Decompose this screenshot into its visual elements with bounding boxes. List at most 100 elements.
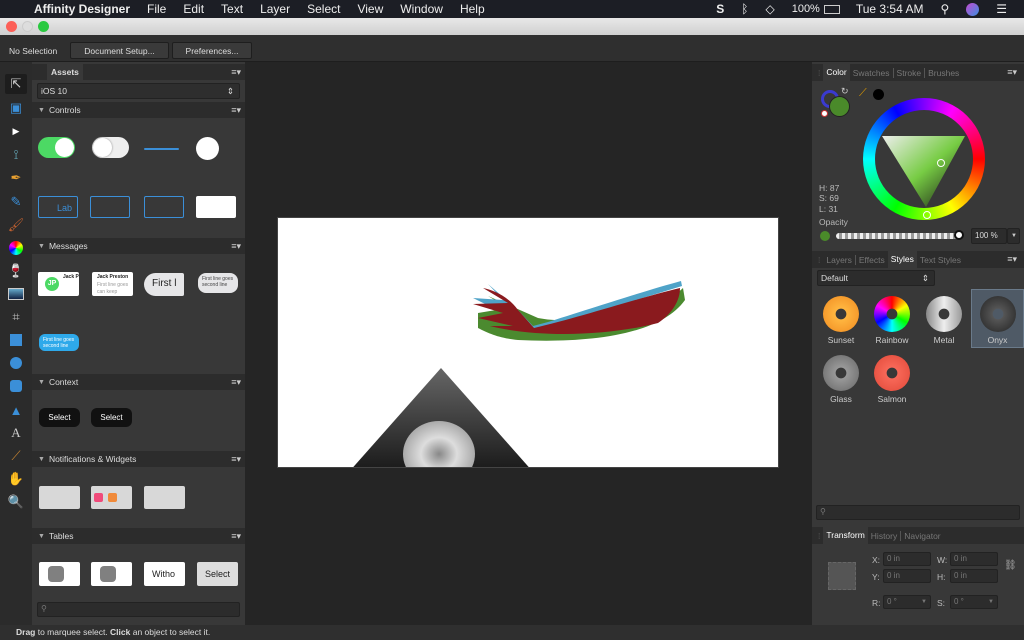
asset-label-field[interactable]: Lab xyxy=(38,196,78,218)
asset-context-select[interactable]: Select xyxy=(39,408,80,427)
zoom-tool-icon[interactable]: 🔍 xyxy=(5,492,27,512)
move-tool-icon[interactable]: ⇱ xyxy=(5,74,27,94)
tab-layers[interactable]: Layers xyxy=(823,254,856,265)
siri-icon[interactable] xyxy=(966,2,980,16)
style-sunset[interactable]: Sunset xyxy=(812,290,870,348)
eyedropper-tool-icon[interactable]: ⟋ xyxy=(5,446,27,466)
asset-knob[interactable] xyxy=(196,137,219,160)
style-salmon[interactable]: Salmon xyxy=(863,349,921,407)
pen-tool-icon[interactable]: ✒ xyxy=(5,168,27,188)
menu-file[interactable]: File xyxy=(147,2,166,16)
document-setup-button[interactable]: Document Setup... xyxy=(70,42,169,59)
asset-table-cell[interactable] xyxy=(91,562,132,586)
asset-toggle-on[interactable] xyxy=(38,137,75,158)
section-menu-icon[interactable]: ≡▾ xyxy=(231,105,241,116)
preferences-button[interactable]: Preferences... xyxy=(172,42,252,59)
panel-menu-icon[interactable]: ≡▾ xyxy=(231,67,241,78)
rectangle-tool-icon[interactable] xyxy=(5,330,27,350)
asset-context-select[interactable]: Select xyxy=(91,408,132,427)
width-input[interactable]: 0 in xyxy=(950,552,998,566)
section-menu-icon[interactable]: ≡▾ xyxy=(231,531,241,542)
asset-notification[interactable] xyxy=(144,486,185,509)
asset-message-bubble-grey[interactable]: First line goes second line xyxy=(198,273,238,293)
asset-table-cell-selected[interactable]: Select xyxy=(197,562,238,586)
hue-wheel[interactable] xyxy=(863,98,985,220)
panel-menu-icon[interactable]: ≡▾ xyxy=(1004,254,1020,265)
artboard[interactable] xyxy=(277,217,779,468)
asset-keyboard[interactable] xyxy=(196,196,236,218)
section-menu-icon[interactable]: ≡▾ xyxy=(231,377,241,388)
no-color-icon[interactable] xyxy=(821,110,828,117)
text-tool-icon[interactable]: A xyxy=(5,423,27,443)
shear-input[interactable]: 0 ° ▼ xyxy=(950,595,998,609)
style-category-select[interactable]: Default ⇕ xyxy=(817,270,935,286)
s-icon[interactable]: S xyxy=(716,2,724,16)
anchor-selector[interactable] xyxy=(828,562,856,590)
wifi-icon[interactable]: ◇ xyxy=(765,2,774,16)
menu-view[interactable]: View xyxy=(357,2,383,16)
place-image-tool-icon[interactable] xyxy=(5,284,27,304)
corner-tool-icon[interactable]: ⟟ xyxy=(5,145,27,165)
style-rainbow[interactable]: Rainbow xyxy=(863,290,921,348)
y-input[interactable]: 0 in xyxy=(883,569,931,583)
asset-message-contact[interactable]: JP Jack P xyxy=(38,272,79,296)
section-context[interactable]: ▼ Context ≡▾ xyxy=(32,374,245,390)
tab-effects[interactable]: Effects xyxy=(856,255,888,265)
asset-notification[interactable] xyxy=(39,486,80,509)
asset-category-select[interactable]: iOS 10 ⇕ xyxy=(37,83,240,99)
lock-aspect-icon[interactable]: ⛓ xyxy=(1004,560,1017,571)
fill-tool-icon[interactable]: 🍷 xyxy=(5,261,27,281)
tab-styles[interactable]: Styles xyxy=(887,251,917,268)
panel-menu-icon[interactable]: ≡▾ xyxy=(1004,67,1020,78)
asset-table-cell[interactable] xyxy=(39,562,80,586)
pencil-tool-icon[interactable]: ✎ xyxy=(5,192,27,212)
asset-message-preview[interactable]: Jack Preston First line goes can keep xyxy=(92,272,133,296)
section-menu-icon[interactable]: ≡▾ xyxy=(231,454,241,465)
clock[interactable]: Tue 3:54 AM xyxy=(856,2,924,16)
tab-assets[interactable]: Assets xyxy=(47,64,83,80)
artboard-tool-icon[interactable]: ▣ xyxy=(5,98,27,118)
tab-navigator[interactable]: Navigator xyxy=(901,531,943,541)
style-onyx[interactable]: Onyx xyxy=(971,289,1024,348)
tab-brushes[interactable]: Brushes xyxy=(925,68,962,78)
assets-search-input[interactable]: ⚲ xyxy=(37,602,240,617)
color-wheel-tool-icon[interactable] xyxy=(5,238,27,258)
minimize-button[interactable] xyxy=(22,21,33,32)
saturation-triangle[interactable] xyxy=(863,98,985,220)
asset-field[interactable] xyxy=(144,196,184,218)
asset-message-bubble-blue[interactable]: First line goes second line xyxy=(39,334,79,351)
rotation-input[interactable]: 0 ° ▼ xyxy=(883,595,931,609)
height-input[interactable]: 0 in xyxy=(950,569,998,583)
tab-stroke[interactable]: Stroke xyxy=(894,67,926,78)
battery-icon[interactable] xyxy=(823,4,840,14)
hand-tool-icon[interactable]: ✋ xyxy=(5,469,27,489)
asset-slider[interactable] xyxy=(144,148,179,150)
x-input[interactable]: 0 in xyxy=(883,552,931,566)
search-icon[interactable]: ⚲ xyxy=(940,2,949,16)
menu-window[interactable]: Window xyxy=(400,2,443,16)
asset-toggle-off[interactable] xyxy=(92,137,129,158)
asset-table-cell-text[interactable]: Witho xyxy=(144,562,185,586)
asset-widget[interactable] xyxy=(91,486,132,509)
app-menu[interactable]: Affinity Designer xyxy=(34,2,130,16)
swap-colors-icon[interactable]: ↻ xyxy=(841,86,849,97)
tab-text-styles[interactable]: Text Styles xyxy=(917,255,964,265)
tab-color[interactable]: Color xyxy=(823,64,850,81)
section-notifications-widgets[interactable]: ▼ Notifications & Widgets ≡▾ xyxy=(32,451,245,467)
tab-swatches[interactable]: Swatches xyxy=(850,67,894,78)
section-menu-icon[interactable]: ≡▾ xyxy=(231,241,241,252)
styles-search-input[interactable]: ⚲ xyxy=(816,505,1020,520)
section-tables[interactable]: ▼ Tables ≡▾ xyxy=(32,528,245,544)
node-tool-icon[interactable]: ▶ xyxy=(5,121,27,141)
zoom-button[interactable] xyxy=(38,21,49,32)
style-glass[interactable]: Glass xyxy=(812,349,870,407)
tab-transform[interactable]: Transform xyxy=(823,527,868,544)
menu-select[interactable]: Select xyxy=(307,2,340,16)
notification-center-icon[interactable]: ☰ xyxy=(996,2,1007,16)
crop-tool-icon[interactable]: ⌗ xyxy=(5,307,27,327)
asset-field[interactable] xyxy=(90,196,130,218)
menu-layer[interactable]: Layer xyxy=(260,2,290,16)
fill-color-swatch[interactable] xyxy=(829,96,850,117)
style-metal[interactable]: Metal xyxy=(915,290,973,348)
section-messages[interactable]: ▼ Messages ≡▾ xyxy=(32,238,245,254)
